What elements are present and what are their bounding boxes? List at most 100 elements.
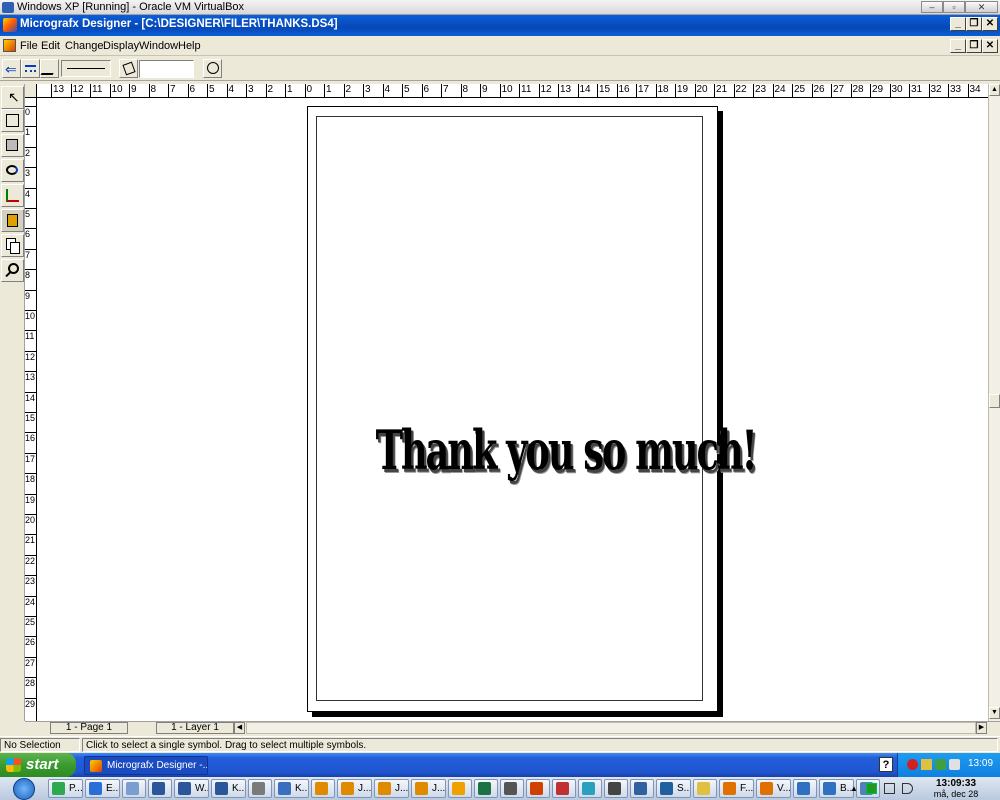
vertical-ruler[interactable]: 0 1 2 3 4 5 6 7 8 9 10 11 12 13 14 15 16 17 18 19 20 21 22 23 24… <box>25 98 37 721</box>
ruler-tick-label: 2 <box>25 146 36 158</box>
ruler-tick-label: 10 <box>25 310 36 321</box>
host-task-button[interactable] <box>448 779 472 798</box>
tool-palette: ↖ <box>0 84 25 721</box>
thank-you-text[interactable]: Thank you so much! <box>376 418 758 482</box>
doc-close-button[interactable]: ✕ <box>982 39 998 53</box>
security-tray-icon[interactable] <box>921 759 932 770</box>
host-clock-date[interactable]: må, dec 28 <box>922 789 990 799</box>
app-minimize-button[interactable]: _ <box>950 17 966 31</box>
fill-bucket-icon[interactable] <box>119 59 138 78</box>
menu-edit[interactable]: Edit <box>41 40 60 52</box>
ruler-tick-label: 6 <box>187 84 196 97</box>
host-task-button[interactable] <box>630 779 654 798</box>
layer-tab[interactable]: 1 - Layer 1 <box>156 722 234 734</box>
curve-tool-icon[interactable] <box>1 159 24 182</box>
host-task-button[interactable]: V... <box>756 779 791 798</box>
host-task-button[interactable]: P... <box>48 779 83 798</box>
menu-window[interactable]: Window <box>139 40 178 52</box>
designer-app-icon[interactable] <box>3 18 17 32</box>
menu-change[interactable]: Change <box>65 40 104 52</box>
vertical-scrollbar[interactable]: ▲ ▼ <box>988 84 1000 721</box>
scroll-up-arrow-icon[interactable]: ▲ <box>989 84 1000 96</box>
host-task-button[interactable] <box>248 779 272 798</box>
host-start-orb-icon[interactable] <box>13 778 35 800</box>
draw-line-icon[interactable] <box>1 109 24 132</box>
doc-minimize-button[interactable]: _ <box>950 39 966 53</box>
host-task-button[interactable]: J... <box>374 779 409 798</box>
host-task-button[interactable]: E... <box>85 779 120 798</box>
page-border-rectangle[interactable] <box>316 116 703 701</box>
show-hidden-icons-icon[interactable]: ▲ <box>850 784 858 793</box>
app-restore-button[interactable]: ❐ <box>966 17 982 31</box>
host-task-button[interactable] <box>311 779 335 798</box>
guest-clock[interactable]: 13:09 <box>968 758 993 769</box>
vertical-scroll-thumb[interactable] <box>989 394 1000 408</box>
duplicate-tool-icon[interactable] <box>1 234 24 257</box>
menu-display[interactable]: Display <box>103 40 139 52</box>
host-task-button[interactable] <box>526 779 550 798</box>
scroll-down-arrow-icon[interactable]: ▼ <box>989 707 1000 719</box>
ruler-tick-label: 6 <box>421 84 430 97</box>
host-task-button[interactable]: K... <box>211 779 246 798</box>
host-task-button[interactable]: S... <box>656 779 691 798</box>
ruler-tick-label: 1 <box>25 126 36 137</box>
taskbar-app-button[interactable]: Micrografx Designer -... <box>84 756 208 775</box>
host-task-button[interactable] <box>604 779 628 798</box>
ruler-tick-label: 13 <box>558 84 572 97</box>
volume-tray-icon[interactable] <box>949 759 960 770</box>
antivirus-tray-icon[interactable] <box>907 759 918 770</box>
host-close-button[interactable]: ✕ <box>965 1 998 13</box>
host-task-button[interactable]: J... <box>411 779 446 798</box>
host-task-button[interactable] <box>578 779 602 798</box>
line-style-icon[interactable] <box>21 59 40 78</box>
line-width-selector[interactable] <box>61 60 111 77</box>
color-picker-icon[interactable] <box>203 59 222 78</box>
host-tray: ▲ 13:09:33 må, dec 28 <box>850 778 990 799</box>
host-clock-time[interactable]: 13:09:33 <box>922 778 990 789</box>
fill-name-field[interactable] <box>139 60 194 78</box>
scroll-right-arrow-icon[interactable]: ▶ <box>976 722 987 734</box>
menu-help[interactable]: Help <box>178 40 201 52</box>
shape-3d-icon[interactable] <box>1 134 24 157</box>
select-arrow-icon[interactable]: ↖ <box>1 86 24 109</box>
ruler-tick-label: 27 <box>831 84 845 97</box>
document-icon[interactable] <box>3 39 16 52</box>
horizontal-ruler[interactable]: 13 12 11 10 9 8 7 6 5 4 3 2 1 0 1 2 3 4 5 6 7 8 9 10 11 12 13 14 15 1… <box>37 84 988 98</box>
pen-icon[interactable] <box>40 59 60 78</box>
host-task-button[interactable] <box>793 779 817 798</box>
horizontal-scrollbar[interactable] <box>246 722 976 734</box>
arrow-left-icon[interactable]: ⇐ <box>2 59 21 78</box>
host-task-button[interactable]: F... <box>719 779 754 798</box>
host-minimize-button[interactable]: – <box>921 1 943 13</box>
host-task-button[interactable]: B... <box>819 779 854 798</box>
host-task-button[interactable]: J... <box>337 779 372 798</box>
flag-tray-icon[interactable] <box>884 783 895 794</box>
host-task-button[interactable]: W... <box>174 779 209 798</box>
network-tray-icon[interactable] <box>935 759 946 770</box>
edit-points-icon[interactable] <box>1 184 24 207</box>
host-task-label: F... <box>740 783 754 794</box>
page-tab[interactable]: 1 - Page 1 <box>50 722 128 734</box>
ruler-tick-label: 10 <box>499 84 513 97</box>
app-close-button[interactable]: ✕ <box>982 17 998 31</box>
ruler-tick-label: 24 <box>772 84 786 97</box>
tray-app-icon[interactable] <box>866 783 877 794</box>
scroll-left-arrow-icon[interactable]: ◀ <box>234 722 245 734</box>
host-task-button[interactable] <box>474 779 498 798</box>
host-task-button[interactable] <box>148 779 172 798</box>
host-task-button[interactable] <box>552 779 576 798</box>
host-task-button[interactable]: K... <box>274 779 309 798</box>
start-button[interactable]: start <box>0 753 76 777</box>
host-task-button[interactable] <box>693 779 717 798</box>
doc-restore-button[interactable]: ❐ <box>966 39 982 53</box>
ruler-tick-label: 7 <box>25 248 36 260</box>
ruler-tick-label: 16 <box>25 432 36 444</box>
zoom-magnifier-icon[interactable] <box>1 259 24 282</box>
speaker-tray-icon[interactable] <box>902 783 913 794</box>
host-task-button[interactable] <box>500 779 524 798</box>
menu-file[interactable]: File <box>20 40 38 52</box>
host-task-button[interactable] <box>122 779 146 798</box>
help-icon[interactable]: ? <box>879 757 893 772</box>
host-restore-button[interactable]: ▫ <box>943 1 965 13</box>
fill-tool-icon[interactable] <box>1 209 24 232</box>
